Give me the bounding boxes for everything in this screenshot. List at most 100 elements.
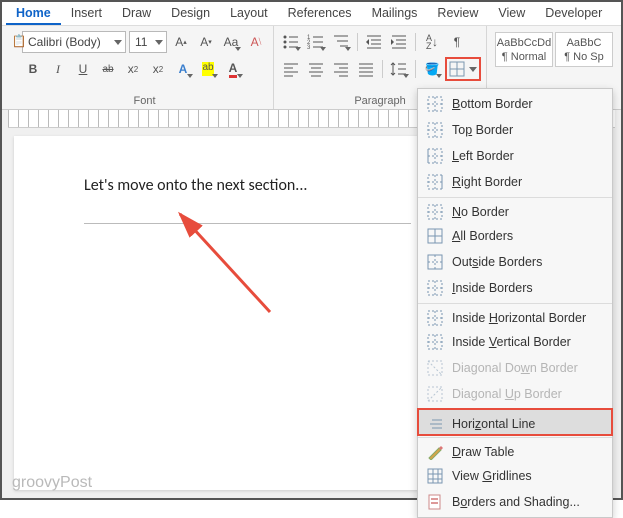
- borders-menu-hline[interactable]: Horizontal Line: [418, 409, 612, 435]
- font-name-combo[interactable]: Calibri (Body): [22, 31, 126, 53]
- borders-menu-none[interactable]: No Border: [418, 197, 612, 223]
- draw-border-icon: [426, 443, 444, 461]
- borders-menu-bottom[interactable]: Bottom Border: [418, 91, 612, 117]
- align-left-button[interactable]: [280, 58, 302, 80]
- hline-border-icon: [426, 415, 444, 433]
- align-right-button[interactable]: [330, 58, 352, 80]
- borders-menu-draw[interactable]: Draw Table: [418, 437, 612, 463]
- underline-button[interactable]: U: [72, 58, 94, 80]
- borders-menu-all[interactable]: All Borders: [418, 223, 612, 249]
- menu-item-label: Right Border: [452, 175, 602, 189]
- menu-item-label: Inside Borders: [452, 281, 602, 295]
- sort-button[interactable]: AZ↓: [421, 31, 443, 53]
- chevron-down-icon: [345, 47, 351, 51]
- menu-item-label: Top Border: [452, 123, 602, 137]
- borders-menu-diagup: Diagonal Up Border: [418, 381, 612, 407]
- diagup-border-icon: [426, 385, 444, 403]
- menu-item-label: All Borders: [452, 229, 602, 243]
- inside-border-icon: [426, 279, 444, 297]
- borders-dropdown-menu: Bottom Border Top Border Left Border Right …: [417, 88, 613, 518]
- text-effects-button[interactable]: A: [172, 58, 194, 80]
- font-size-combo[interactable]: 11: [129, 31, 167, 53]
- watermark: groovyPost: [12, 474, 92, 492]
- shrink-font-button[interactable]: A▾: [195, 31, 217, 53]
- borders-menu-grid[interactable]: View Gridlines: [418, 463, 612, 489]
- tab-view[interactable]: View: [488, 2, 535, 25]
- line-spacing-button[interactable]: [388, 58, 410, 80]
- change-case-button[interactable]: Aa: [220, 31, 242, 53]
- tab-help[interactable]: Help: [612, 2, 623, 25]
- bold-button[interactable]: B: [22, 58, 44, 80]
- numbering-button[interactable]: 123: [305, 31, 327, 53]
- chevron-down-icon: [212, 74, 218, 78]
- font-name-value: Calibri (Body): [26, 35, 111, 49]
- all-border-icon: [426, 227, 444, 245]
- font-group-label: Font: [22, 93, 267, 107]
- chevron-down-icon: [114, 40, 122, 45]
- chevron-down-icon: [320, 47, 326, 51]
- borders-menu-inside[interactable]: Inside Borders: [418, 275, 612, 301]
- borders-menu-outside[interactable]: Outside Borders: [418, 249, 612, 275]
- borders-button[interactable]: [446, 58, 480, 80]
- menu-item-label: Diagonal Up Border: [452, 387, 602, 401]
- superscript-button[interactable]: x2: [147, 58, 169, 80]
- tab-mailings[interactable]: Mailings: [362, 2, 428, 25]
- show-paragraph-marks-button[interactable]: ¶: [446, 31, 468, 53]
- tab-references[interactable]: References: [278, 2, 362, 25]
- tab-insert[interactable]: Insert: [61, 2, 112, 25]
- borders-menu-top[interactable]: Top Border: [418, 117, 612, 143]
- borders-menu-inh[interactable]: Inside Horizontal Border: [418, 303, 612, 329]
- right-border-icon: [426, 173, 444, 191]
- clear-formatting-button[interactable]: A⧹: [245, 31, 267, 53]
- tab-draw[interactable]: Draw: [112, 2, 161, 25]
- tab-developer[interactable]: Developer: [535, 2, 612, 25]
- borders-menu-left[interactable]: Left Border: [418, 143, 612, 169]
- increase-indent-button[interactable]: [388, 31, 410, 53]
- menu-item-label: Left Border: [452, 149, 602, 163]
- chevron-down-icon: [469, 67, 477, 72]
- shading-button[interactable]: 🪣: [421, 58, 443, 80]
- style-label: ¶ No Sp: [564, 49, 604, 66]
- style-normal[interactable]: AaBbCcDd ¶ Normal: [495, 32, 553, 67]
- chevron-down-icon: [295, 47, 301, 51]
- multilevel-list-button[interactable]: [330, 31, 352, 53]
- outside-border-icon: [426, 253, 444, 271]
- tab-layout[interactable]: Layout: [220, 2, 278, 25]
- top-border-icon: [426, 121, 444, 139]
- tab-home[interactable]: Home: [6, 2, 61, 25]
- menu-item-label: No Border: [452, 205, 602, 219]
- tab-review[interactable]: Review: [427, 2, 488, 25]
- menu-item-label: Draw Table: [452, 445, 602, 459]
- menu-item-label: Inside Horizontal Border: [452, 311, 602, 325]
- decrease-indent-button[interactable]: [363, 31, 385, 53]
- font-color-button[interactable]: A: [222, 58, 244, 80]
- chevron-down-icon: [436, 74, 442, 78]
- subscript-button[interactable]: x2: [122, 58, 144, 80]
- inv-border-icon: [426, 333, 444, 351]
- separator: [415, 60, 416, 78]
- inh-border-icon: [426, 309, 444, 327]
- menu-item-label: Inside Vertical Border: [452, 335, 602, 349]
- chevron-down-icon: [187, 74, 193, 78]
- borders-menu-right[interactable]: Right Border: [418, 169, 612, 195]
- chevron-down-icon: [235, 47, 241, 51]
- highlight-button[interactable]: ab: [197, 58, 219, 80]
- borders-menu-inv[interactable]: Inside Vertical Border: [418, 329, 612, 355]
- style-no-spacing[interactable]: AaBbC ¶ No Sp: [555, 32, 613, 67]
- more-border-icon: [426, 493, 444, 511]
- menu-item-label: Diagonal Down Border: [452, 361, 602, 375]
- document-page[interactable]: Let's move onto the next section...: [14, 136, 481, 490]
- justify-button[interactable]: [355, 58, 377, 80]
- bullets-button[interactable]: [280, 31, 302, 53]
- left-border-icon: [426, 147, 444, 165]
- borders-menu-diagdown: Diagonal Down Border: [418, 355, 612, 381]
- align-center-button[interactable]: [305, 58, 327, 80]
- borders-menu-more[interactable]: Borders and Shading...: [418, 489, 612, 515]
- italic-button[interactable]: I: [47, 58, 69, 80]
- strikethrough-button[interactable]: ab: [97, 58, 119, 80]
- menu-item-label: Horizontal Line: [452, 417, 602, 431]
- clipboard-paste-icon[interactable]: 📋: [8, 30, 30, 52]
- grow-font-button[interactable]: A▴: [170, 31, 192, 53]
- font-size-value: 11: [133, 35, 152, 49]
- tab-design[interactable]: Design: [161, 2, 220, 25]
